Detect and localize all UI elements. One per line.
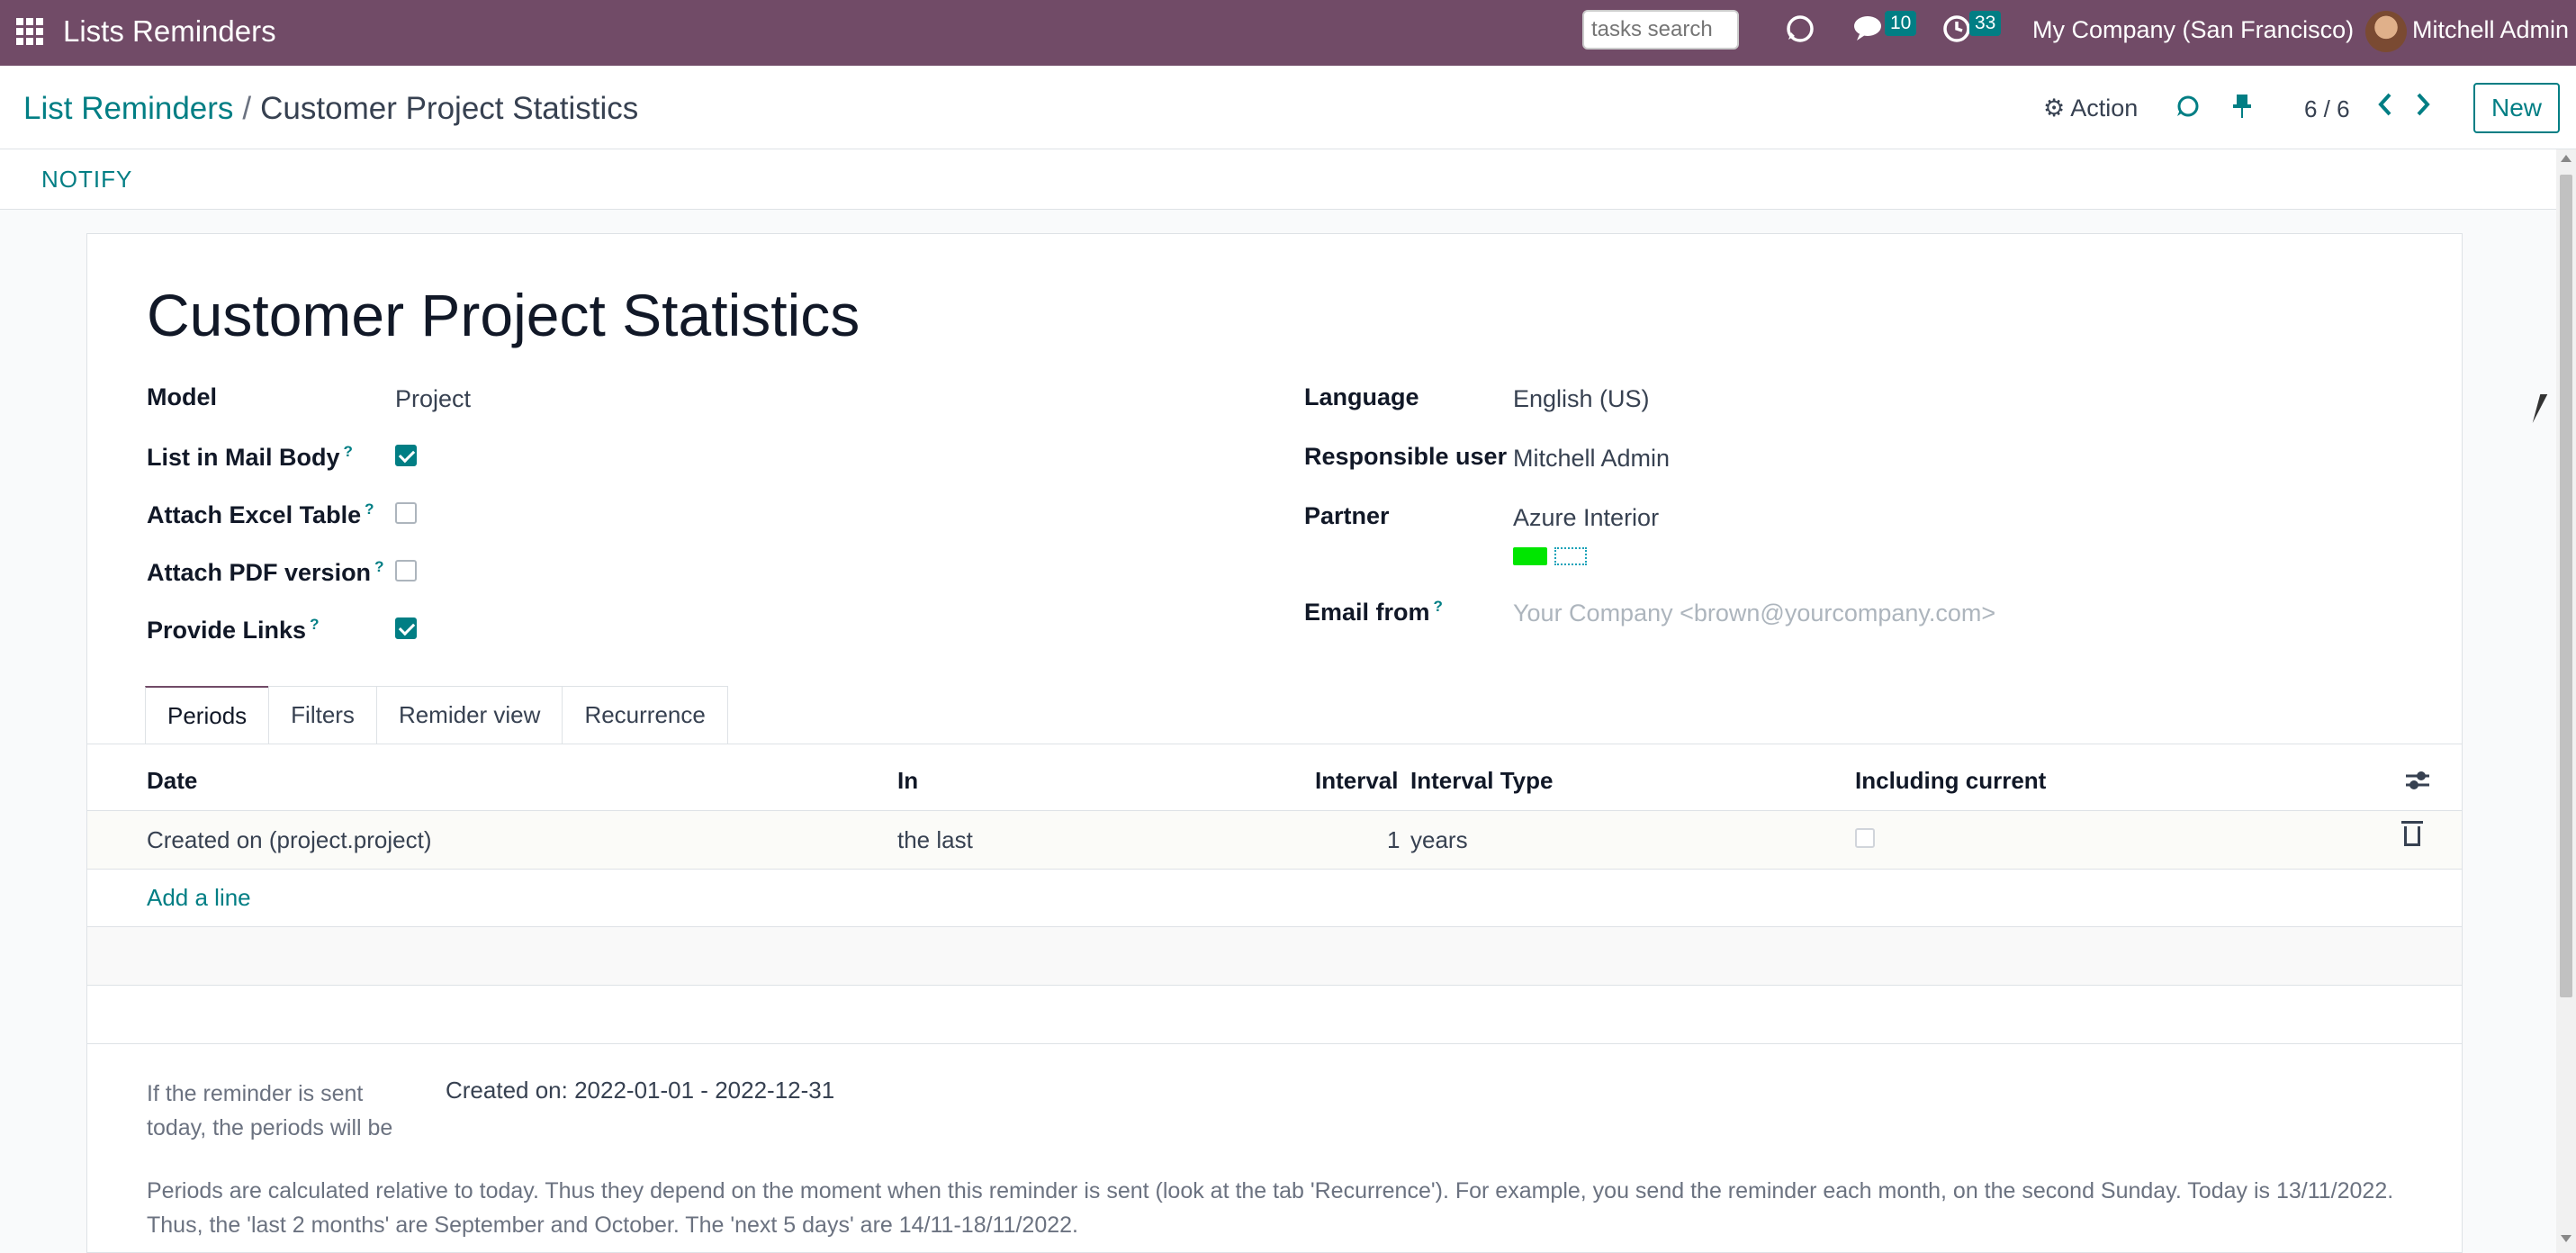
optional-columns-icon[interactable] — [2404, 769, 2431, 798]
model-value: Project — [395, 385, 472, 412]
provide-links-label: Provide Links? — [147, 616, 319, 645]
breadcrumb-separator: / — [242, 91, 252, 126]
attach-excel-label-text: Attach Excel Table — [147, 501, 362, 528]
column-header-in[interactable]: In — [897, 767, 918, 795]
empty-table-row — [87, 927, 2462, 985]
tab-filters[interactable]: Filters — [268, 686, 377, 744]
periods-preview-label: If the reminder is sent today, the perio… — [147, 1081, 393, 1140]
gear-icon: ⚙ — [2043, 95, 2066, 122]
cell-interval-type[interactable]: years — [1410, 826, 1468, 854]
activities-clock-icon[interactable] — [1942, 13, 1973, 51]
activities-count-badge: 33 — [1969, 11, 2002, 36]
attach-pdf-checkbox[interactable] — [395, 560, 417, 581]
cell-interval[interactable]: 1 — [1387, 826, 1400, 854]
email-from-label: Email from? — [1304, 598, 1443, 626]
notify-button[interactable]: NOTIFY — [41, 166, 132, 194]
company-switcher[interactable]: My Company (San Francisco) — [2032, 16, 2354, 44]
table-bottom-divider — [87, 1043, 2462, 1044]
user-avatar[interactable] — [2365, 11, 2407, 52]
provide-links-checkbox[interactable] — [395, 617, 417, 639]
tasks-search-input[interactable] — [1582, 10, 1739, 50]
pager-previous-icon[interactable] — [2374, 91, 2396, 125]
language-value[interactable]: English (US) — [1513, 385, 1650, 413]
attach-excel-checkbox[interactable] — [395, 502, 417, 524]
help-tooltip-icon[interactable]: ? — [310, 616, 319, 633]
periods-explanation: Periods are calculated relative to today… — [147, 1178, 2394, 1238]
column-header-including-current[interactable]: Including current — [1855, 767, 2046, 795]
partner-tag-placeholder[interactable] — [1554, 547, 1587, 565]
partner-label: Partner — [1304, 502, 1390, 529]
help-tooltip-icon[interactable]: ? — [365, 500, 374, 518]
app-title[interactable]: Lists Reminders — [63, 14, 276, 49]
scroll-down-arrow-icon[interactable] — [2561, 1235, 2571, 1242]
record-title[interactable]: Customer Project Statistics — [147, 281, 860, 349]
pager-value[interactable]: 6 / 6 — [2304, 95, 2350, 123]
breadcrumb: List Reminders / Customer Project Statisti… — [23, 91, 638, 127]
scroll-up-arrow-icon[interactable] — [2561, 155, 2571, 162]
row-divider — [87, 985, 2462, 986]
responsible-user-label: Responsible user — [1304, 443, 1508, 470]
messages-count-badge: 10 — [1885, 11, 1917, 36]
attach-excel-label: Attach Excel Table? — [147, 500, 374, 529]
apps-menu-icon[interactable] — [16, 18, 43, 45]
cell-in[interactable]: the last — [897, 826, 973, 854]
add-a-line-link[interactable]: Add a line — [147, 884, 251, 912]
help-tooltip-icon[interactable]: ? — [344, 443, 353, 460]
action-menu-button[interactable]: ⚙ Action — [2043, 95, 2138, 122]
list-in-mail-body-label: List in Mail Body? — [147, 443, 353, 472]
email-from-label-text: Email from — [1304, 599, 1430, 626]
attach-pdf-label-text: Attach PDF version — [147, 559, 372, 586]
tab-recurrence[interactable]: Recurrence — [562, 686, 728, 744]
responsible-user-value[interactable]: Mitchell Admin — [1513, 445, 1670, 473]
periods-preview-value: Created on: 2022-01-01 - 2022-12-31 — [446, 1077, 835, 1104]
form-statusbar: NOTIFY — [0, 149, 2556, 210]
tab-reminder-view[interactable]: Remider view — [375, 686, 563, 744]
breadcrumb-list-reminders[interactable]: List Reminders — [23, 91, 233, 126]
help-tooltip-icon[interactable]: ? — [374, 558, 383, 575]
partner-value[interactable]: Azure Interior — [1513, 504, 1659, 532]
provide-links-label-text: Provide Links — [147, 617, 307, 644]
action-label: Action — [2070, 95, 2139, 122]
cell-date[interactable]: Created on (project.project) — [147, 826, 431, 854]
pager-next-icon[interactable] — [2412, 91, 2434, 125]
top-navbar: Lists Reminders 10 33 My Company (San Fr… — [0, 0, 2576, 66]
model-label: Model — [147, 383, 217, 410]
column-header-interval[interactable]: Interval — [1315, 767, 1399, 795]
language-label: Language — [1304, 383, 1419, 410]
form-sheet: Customer Project Statistics Model Projec… — [86, 233, 2463, 1253]
tab-periods[interactable]: Periods — [145, 686, 270, 744]
messages-icon[interactable] — [1852, 13, 1887, 51]
new-record-button[interactable]: New — [2473, 83, 2560, 133]
cell-including-current-checkbox[interactable] — [1855, 828, 1875, 848]
refresh-icon[interactable] — [1784, 13, 1816, 53]
user-menu[interactable]: Mitchell Admin — [2412, 16, 2569, 44]
mouse-cursor-icon — [2532, 394, 2548, 423]
partner-color-tag[interactable] — [1513, 547, 1547, 565]
list-in-mail-body-checkbox[interactable] — [395, 445, 417, 466]
delete-row-trash-icon[interactable] — [2401, 821, 2423, 846]
pin-icon[interactable] — [2230, 93, 2254, 127]
row-divider — [87, 869, 2462, 870]
scrollbar-thumb[interactable] — [2560, 175, 2572, 997]
list-in-mail-body-label-text: List in Mail Body — [147, 444, 340, 471]
breadcrumb-current: Customer Project Statistics — [260, 91, 639, 126]
attach-pdf-label: Attach PDF version? — [147, 558, 383, 587]
column-header-interval-type[interactable]: Interval Type — [1410, 767, 1553, 795]
table-row[interactable] — [87, 811, 2462, 869]
column-header-date[interactable]: Date — [147, 767, 197, 795]
notebook-tabs: Periods Filters Remider view Recurrence — [145, 686, 728, 744]
control-panel: List Reminders / Customer Project Statisti… — [0, 66, 2576, 149]
help-tooltip-icon[interactable]: ? — [1434, 598, 1443, 615]
email-from-input[interactable]: Your Company <brown@yourcompany.com> — [1513, 599, 1995, 627]
discard-changes-icon[interactable] — [2175, 93, 2202, 127]
vertical-scrollbar[interactable] — [2556, 149, 2576, 1253]
